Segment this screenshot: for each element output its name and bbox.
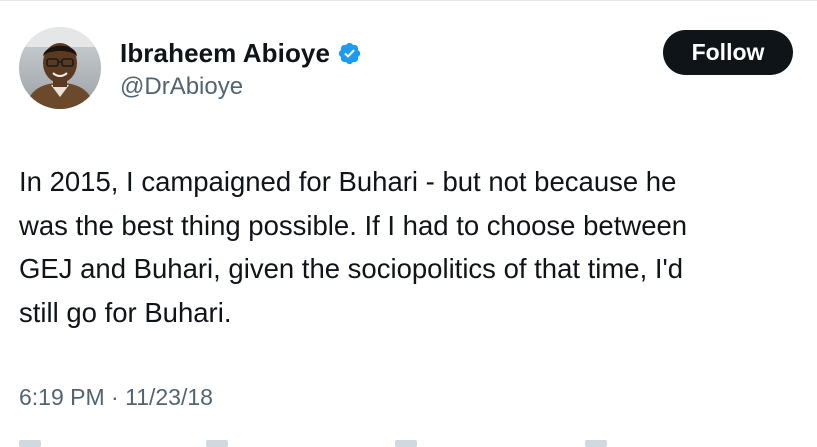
- avatar-image: [19, 27, 101, 109]
- action-bar-hint: [395, 440, 417, 447]
- action-bar-hint: [206, 440, 228, 447]
- tweet-card: Ibraheem Abioye @DrAbioye Follow In 2015…: [0, 0, 817, 447]
- author-name-row: Ibraheem Abioye: [120, 36, 362, 70]
- tweet-timestamp[interactable]: 6:19 PM · 11/23/18: [19, 384, 213, 411]
- tweet-time: 6:19 PM: [19, 384, 105, 410]
- author-display-name[interactable]: Ibraheem Abioye: [120, 38, 330, 69]
- action-bar-hint: [585, 440, 607, 447]
- author-handle[interactable]: @DrAbioye: [120, 73, 243, 101]
- action-bar-hint: [19, 440, 41, 447]
- tweet-date: 11/23/18: [125, 384, 213, 410]
- meta-separator: ·: [104, 384, 126, 410]
- tweet-text: In 2015, I campaigned for Buhari - but n…: [19, 166, 688, 328]
- verified-badge-svg: [338, 42, 361, 64]
- verified-badge-icon[interactable]: [337, 41, 362, 66]
- follow-button[interactable]: Follow: [663, 30, 793, 75]
- avatar[interactable]: [19, 27, 101, 109]
